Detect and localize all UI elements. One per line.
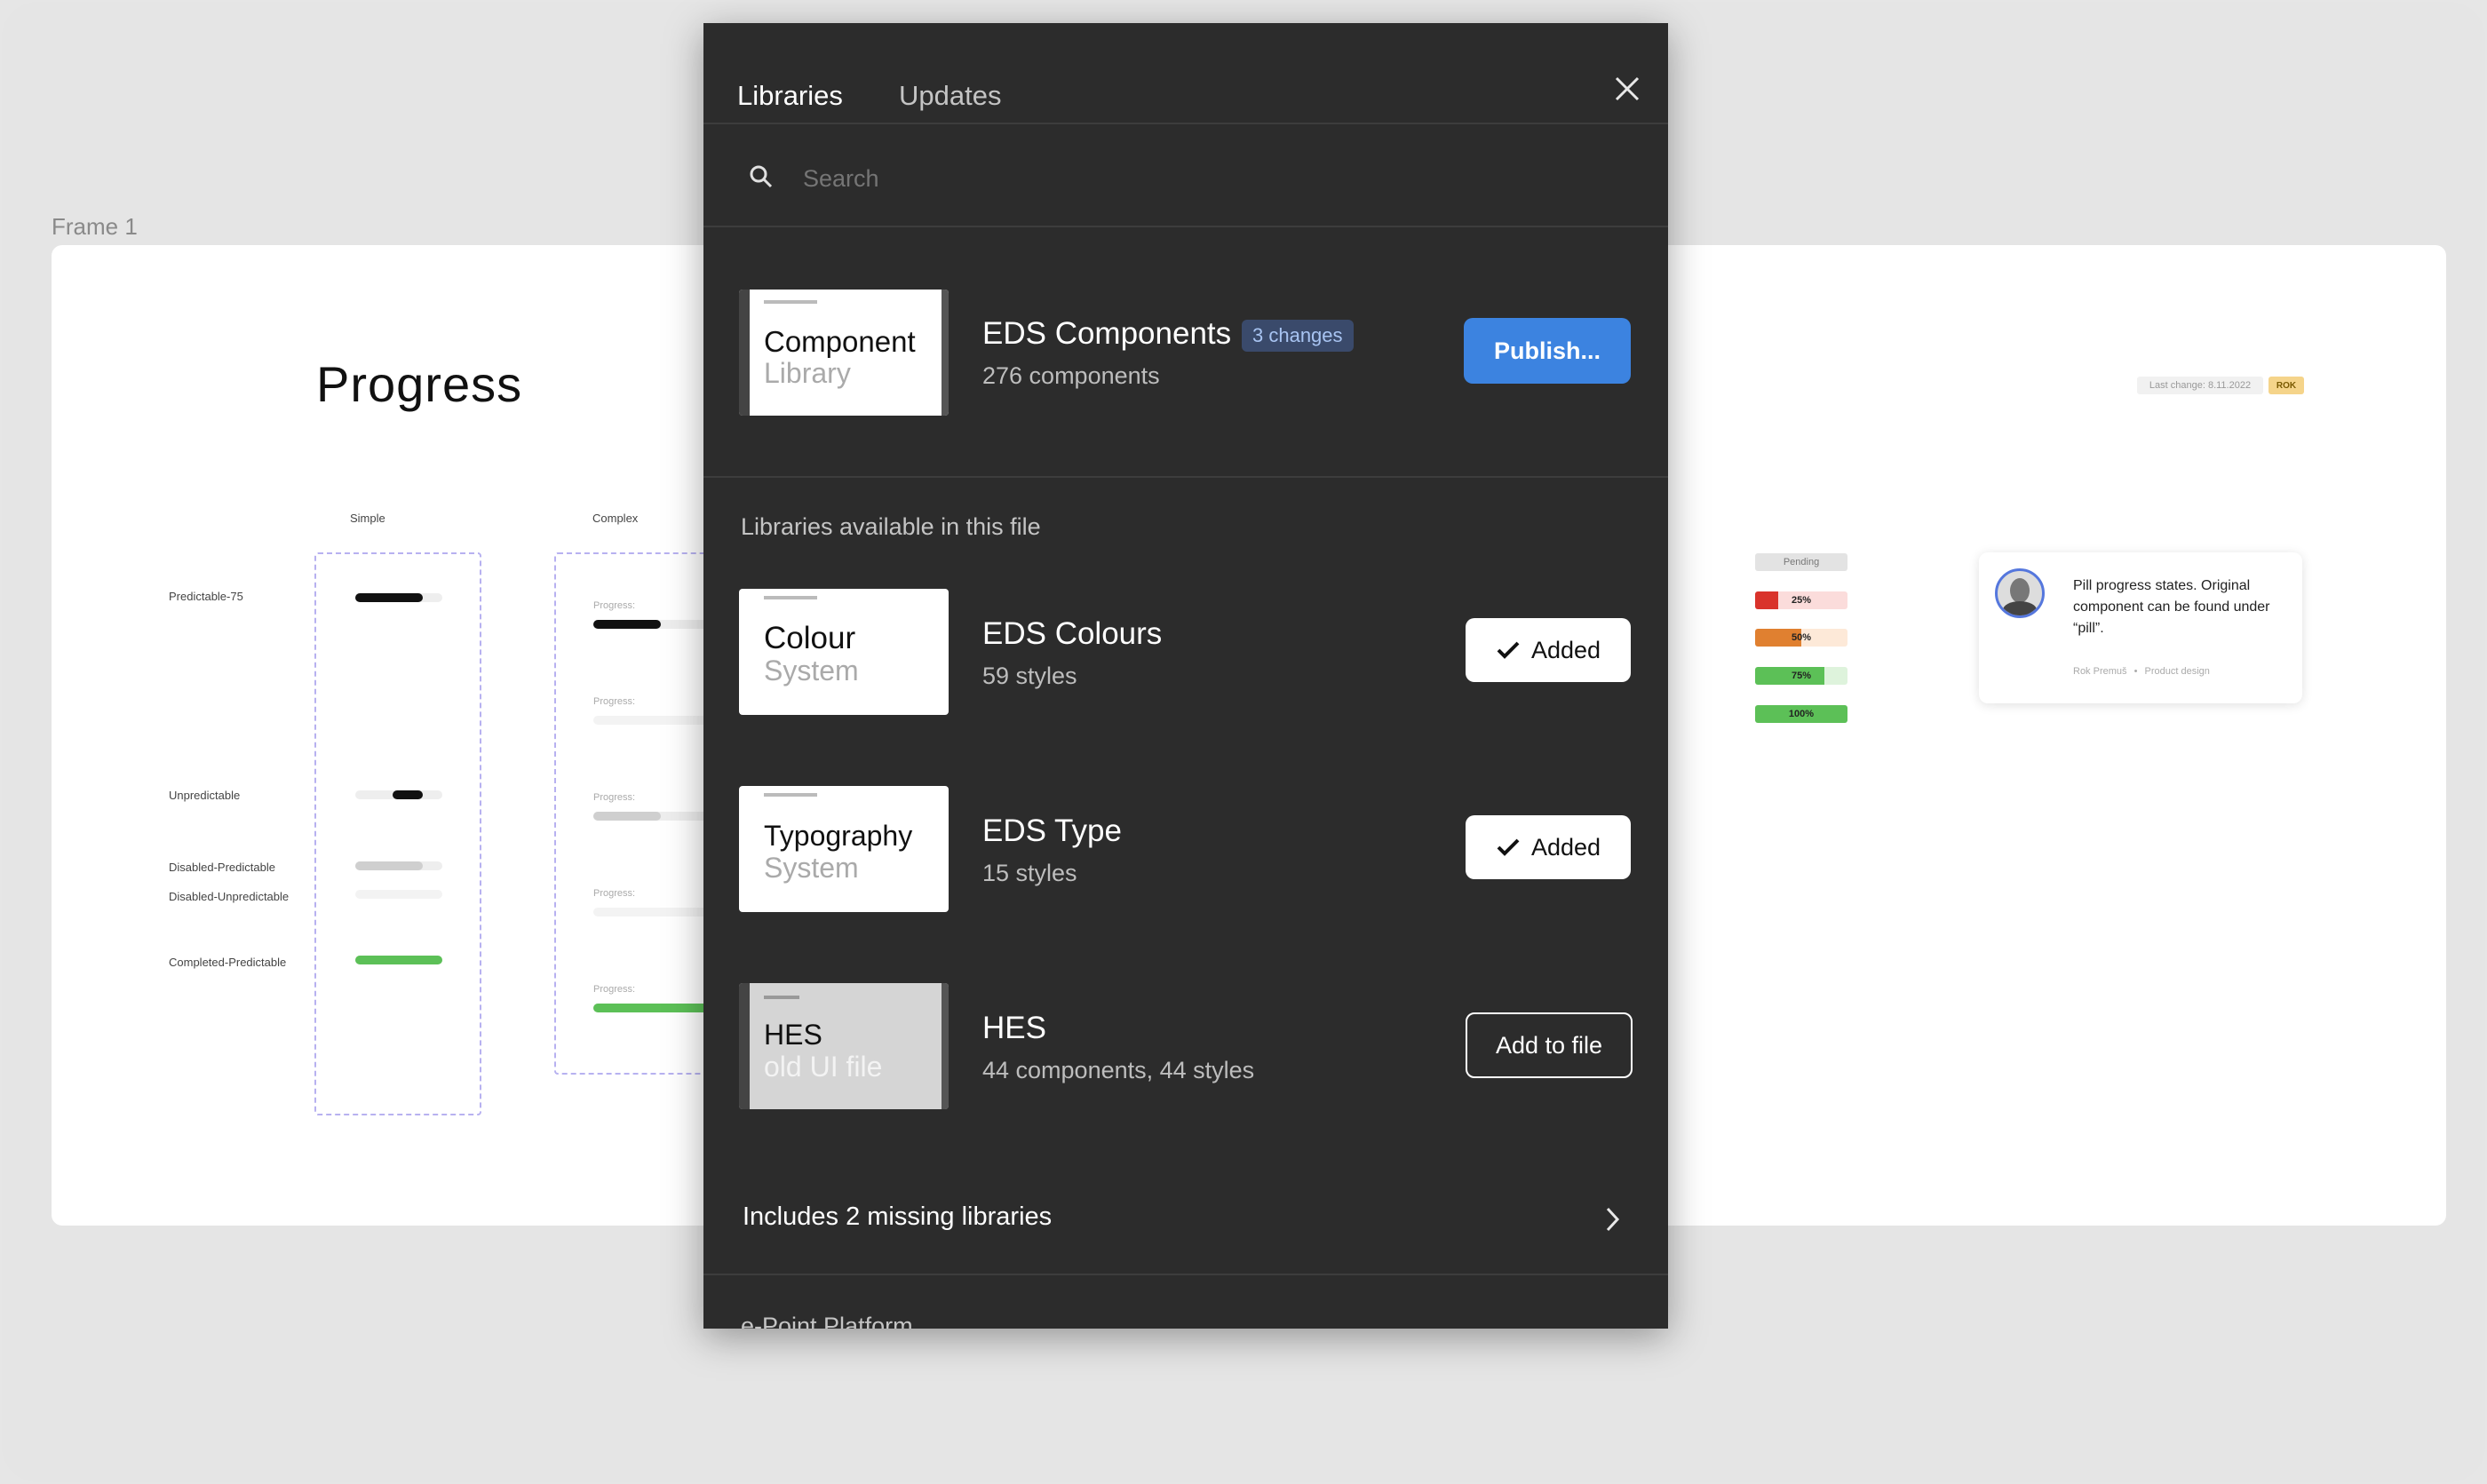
added-button[interactable]: Added (1466, 815, 1631, 879)
progress-track (355, 790, 442, 799)
check-icon (1497, 838, 1520, 856)
tab-libraries[interactable]: Libraries (737, 80, 843, 112)
thumbnail-subtitle: System (764, 852, 859, 884)
thumbnail-title: Typography (764, 820, 913, 852)
progress-caption: Progress: (593, 792, 636, 803)
library-thumbnail: Colour System (739, 589, 949, 715)
comment-author-line: Rok Premuš • Product design (2073, 666, 2210, 677)
progress-fill (593, 620, 661, 629)
column-label-complex: Complex (592, 512, 639, 525)
section-title: Libraries available in this file (741, 513, 1041, 540)
library-meta: 276 components (982, 362, 1160, 389)
missing-libraries-label: Includes 2 missing libraries (743, 1202, 1053, 1231)
library-name: EDS Components (982, 316, 1232, 351)
thumbnail-title: HES (764, 1019, 822, 1051)
progress-fill (355, 956, 442, 964)
progress-track (355, 593, 442, 602)
thumbnail-title: Component (764, 325, 916, 358)
progress-fill (593, 1004, 709, 1012)
complex-variants-frame[interactable]: Progress: Progress: Progress: Progress: … (554, 552, 709, 1075)
comment-role: Product design (2144, 666, 2210, 677)
progress-fill (355, 593, 423, 602)
divider (703, 476, 1668, 478)
section-title: e-Point Platform (741, 1313, 913, 1329)
comment-author: Rok Premuš (2073, 666, 2127, 677)
progress-caption: Progress: (593, 984, 636, 995)
row-label: Completed-Predictable (169, 956, 287, 969)
last-change-label: Last change: 8.11.2022 (2137, 377, 2263, 394)
added-label: Added (1530, 636, 1601, 663)
search-input[interactable] (801, 156, 1604, 201)
pill-50: 50% (1755, 629, 1847, 647)
progress-caption: Progress: (593, 888, 636, 899)
row-label: Disabled-Predictable (169, 861, 275, 874)
check-icon (1497, 641, 1520, 659)
progress-fill (355, 861, 423, 870)
pill-100: 100% (1755, 705, 1847, 723)
libraries-modal[interactable]: Libraries Updates Component Library EDS … (703, 23, 1668, 1329)
missing-libraries-row[interactable]: Includes 2 missing libraries (703, 1186, 1668, 1250)
row-label: Unpredictable (169, 789, 241, 802)
simple-variants-frame[interactable] (314, 552, 481, 1115)
pill-75: 75% (1755, 667, 1847, 685)
column-label-simple: Simple (350, 512, 385, 525)
library-meta: 15 styles (982, 860, 1077, 886)
progress-track (593, 716, 709, 725)
thumbnail-subtitle: Library (764, 357, 851, 389)
progress-fill (593, 812, 661, 821)
frame-label[interactable]: Frame 1 (52, 213, 138, 241)
pill-25: 25% (1755, 591, 1847, 609)
progress-track (355, 956, 442, 964)
library-thumbnail: Typography System (739, 786, 949, 912)
thumbnail-title: Colour (764, 621, 856, 655)
divider (703, 1274, 1668, 1275)
library-thumbnail: HES old UI file (739, 983, 949, 1109)
row-label: Predictable-75 (169, 590, 243, 603)
row-label: Disabled-Unpredictable (169, 890, 290, 903)
comment-card[interactable]: Pill progress states. Original component… (1979, 552, 2302, 703)
chevron-right-icon (1599, 1204, 1625, 1234)
avatar (1995, 568, 2045, 618)
page-title: Progress (316, 356, 523, 412)
pill-pending: Pending (1755, 553, 1847, 571)
library-name: HES (982, 1011, 1046, 1045)
divider (703, 123, 1668, 124)
added-label: Added (1530, 833, 1601, 861)
changes-badge: 3 changes (1242, 320, 1354, 352)
comment-text: Pill progress states. Original component… (2073, 578, 2270, 636)
progress-track (593, 908, 709, 917)
progress-caption: Progress: (593, 696, 636, 707)
progress-track (593, 812, 709, 821)
library-meta: 59 styles (982, 663, 1077, 689)
progress-track (593, 620, 709, 629)
library-meta: 44 components, 44 styles (982, 1057, 1255, 1083)
library-name: EDS Colours (982, 616, 1163, 651)
owner-badge: ROK (2268, 377, 2304, 394)
close-icon[interactable] (1609, 71, 1645, 107)
library-thumbnail: Component Library (739, 290, 949, 416)
search-icon (748, 163, 775, 190)
added-button[interactable]: Added (1466, 618, 1631, 682)
progress-fill (393, 790, 423, 799)
thumbnail-subtitle: System (764, 655, 859, 686)
progress-track (355, 890, 442, 899)
library-name: EDS Type (982, 813, 1122, 848)
divider (703, 226, 1668, 227)
add-to-file-button[interactable]: Add to file (1466, 1012, 1633, 1078)
tab-updates[interactable]: Updates (899, 80, 1001, 112)
progress-track (593, 1004, 709, 1012)
thumbnail-subtitle: old UI file (764, 1051, 883, 1083)
separator-dot: • (2133, 666, 2138, 677)
progress-track (355, 861, 442, 870)
progress-caption: Progress: (593, 600, 636, 611)
publish-button[interactable]: Publish... (1464, 318, 1631, 384)
